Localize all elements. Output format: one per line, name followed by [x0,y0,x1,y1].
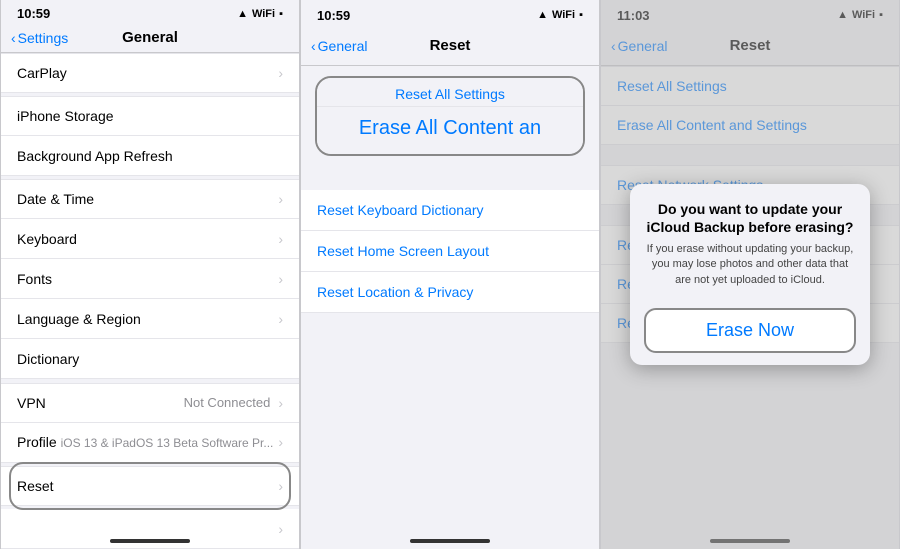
wifi-icon-2: WiFi [552,9,575,21]
language-region-label: Language & Region [17,311,141,327]
status-bar-1: 10:59 ▲ WiFi ▪ [1,0,299,25]
list-item-profile[interactable]: Profile iOS 13 & iPadOS 13 Beta Software… [1,423,299,463]
vpn-value: Not Connected [184,395,271,410]
iphone-storage-label: iPhone Storage [17,108,114,124]
modal-box: Do you want to update your iCloud Backup… [630,184,870,366]
status-icons-1: ▲ WiFi ▪ [237,8,283,20]
panel2: 10:59 ▲ WiFi ▪ ‹ General Reset Reset All… [300,0,600,549]
home-indicator-1 [110,539,190,543]
home-indicator-2 [410,539,490,543]
list-item-background[interactable]: Background App Refresh [1,136,299,176]
list-item-reset[interactable]: Reset › [1,466,299,506]
list-item-fonts[interactable]: Fonts › [1,259,299,299]
signal-icon: ▲ [237,8,248,20]
chevron-icon-7: › [278,434,283,450]
panel3: 11:03 ▲ WiFi ▪ ‹ General Reset Reset All… [600,0,900,549]
chevron-icon-9: › [278,521,283,537]
battery-icon-2: ▪ [579,9,583,21]
modal-content: Do you want to update your iCloud Backup… [630,184,870,299]
reset-all-settings-link[interactable]: Reset All Settings [317,82,583,107]
settings-list-1: CarPlay › [1,53,299,93]
dictionary-label: Dictionary [17,351,79,367]
date-time-label: Date & Time [17,191,94,207]
time-1: 10:59 [17,6,50,21]
status-bar-2: 10:59 ▲ WiFi ▪ [301,0,599,28]
nav-back-label-2: General [318,38,368,54]
reset-home-screen-link[interactable]: Reset Home Screen Layout [301,231,599,272]
chevron-icon-3: › [278,231,283,247]
vpn-label: VPN [17,395,46,411]
chevron-icon-8: › [278,478,283,494]
reset-keyboard-link[interactable]: Reset Keyboard Dictionary [301,190,599,231]
reset-label: Reset [17,478,54,494]
chevron-icon: › [278,65,283,81]
list-item-keyboard[interactable]: Keyboard › [1,219,299,259]
nav-back-2[interactable]: ‹ General [311,38,367,54]
nav-bar-2: ‹ General Reset [301,28,599,66]
reset-gap-1 [301,162,599,190]
reset-location-link[interactable]: Reset Location & Privacy [301,272,599,313]
chevron-icon-5: › [278,311,283,327]
wifi-icon: WiFi [252,8,275,20]
keyboard-label: Keyboard [17,231,77,247]
profile-label: Profile iOS 13 & iPadOS 13 Beta Software… [17,434,273,450]
nav-back-1[interactable]: ‹ Settings [11,30,68,46]
settings-list-4: VPN Not Connected › Profile iOS 13 & iPa… [1,383,299,463]
reset-links-section: Reset Keyboard Dictionary Reset Home Scr… [301,190,599,313]
list-item-iphone-storage[interactable]: iPhone Storage [1,96,299,136]
modal-title: Do you want to update your iCloud Backup… [646,200,854,236]
nav-title-2: Reset [430,37,471,54]
list-item-dictionary[interactable]: Dictionary [1,339,299,379]
settings-list-3: Date & Time › Keyboard › Fonts › Languag… [1,179,299,379]
nav-title-1: General [122,29,178,46]
erase-all-highlight-box: Reset All Settings Erase All Content an [315,76,585,156]
background-label: Background App Refresh [17,148,173,164]
nav-back-label-1: Settings [18,30,69,46]
list-item-date-time[interactable]: Date & Time › [1,179,299,219]
battery-icon: ▪ [279,8,283,20]
panel1: 10:59 ▲ WiFi ▪ ‹ Settings General CarPla… [0,0,300,549]
list-item-carplay[interactable]: CarPlay › [1,53,299,93]
erase-all-content-label[interactable]: Erase All Content an [317,107,583,150]
nav-bar-1: ‹ Settings General [1,25,299,53]
modal-body: If you erase without updating your backu… [646,242,854,288]
list-item-extra1[interactable]: › [1,509,299,549]
list-item-language-region[interactable]: Language & Region › [1,299,299,339]
signal-icon-2: ▲ [537,9,548,21]
erase-now-button[interactable]: Erase Now [644,308,856,353]
modal-overlay: Do you want to update your iCloud Backup… [601,0,899,549]
settings-list-2: iPhone Storage Background App Refresh [1,96,299,176]
chevron-icon-4: › [278,271,283,287]
list-item-vpn[interactable]: VPN Not Connected › [1,383,299,423]
fonts-label: Fonts [17,271,52,287]
chevron-left-icon-2: ‹ [311,38,316,54]
time-2: 10:59 [317,8,350,23]
chevron-icon-2: › [278,191,283,207]
status-icons-2: ▲ WiFi ▪ [537,9,583,21]
chevron-left-icon: ‹ [11,30,16,46]
chevron-icon-6: › [278,395,283,411]
carplay-label: CarPlay [17,65,67,81]
